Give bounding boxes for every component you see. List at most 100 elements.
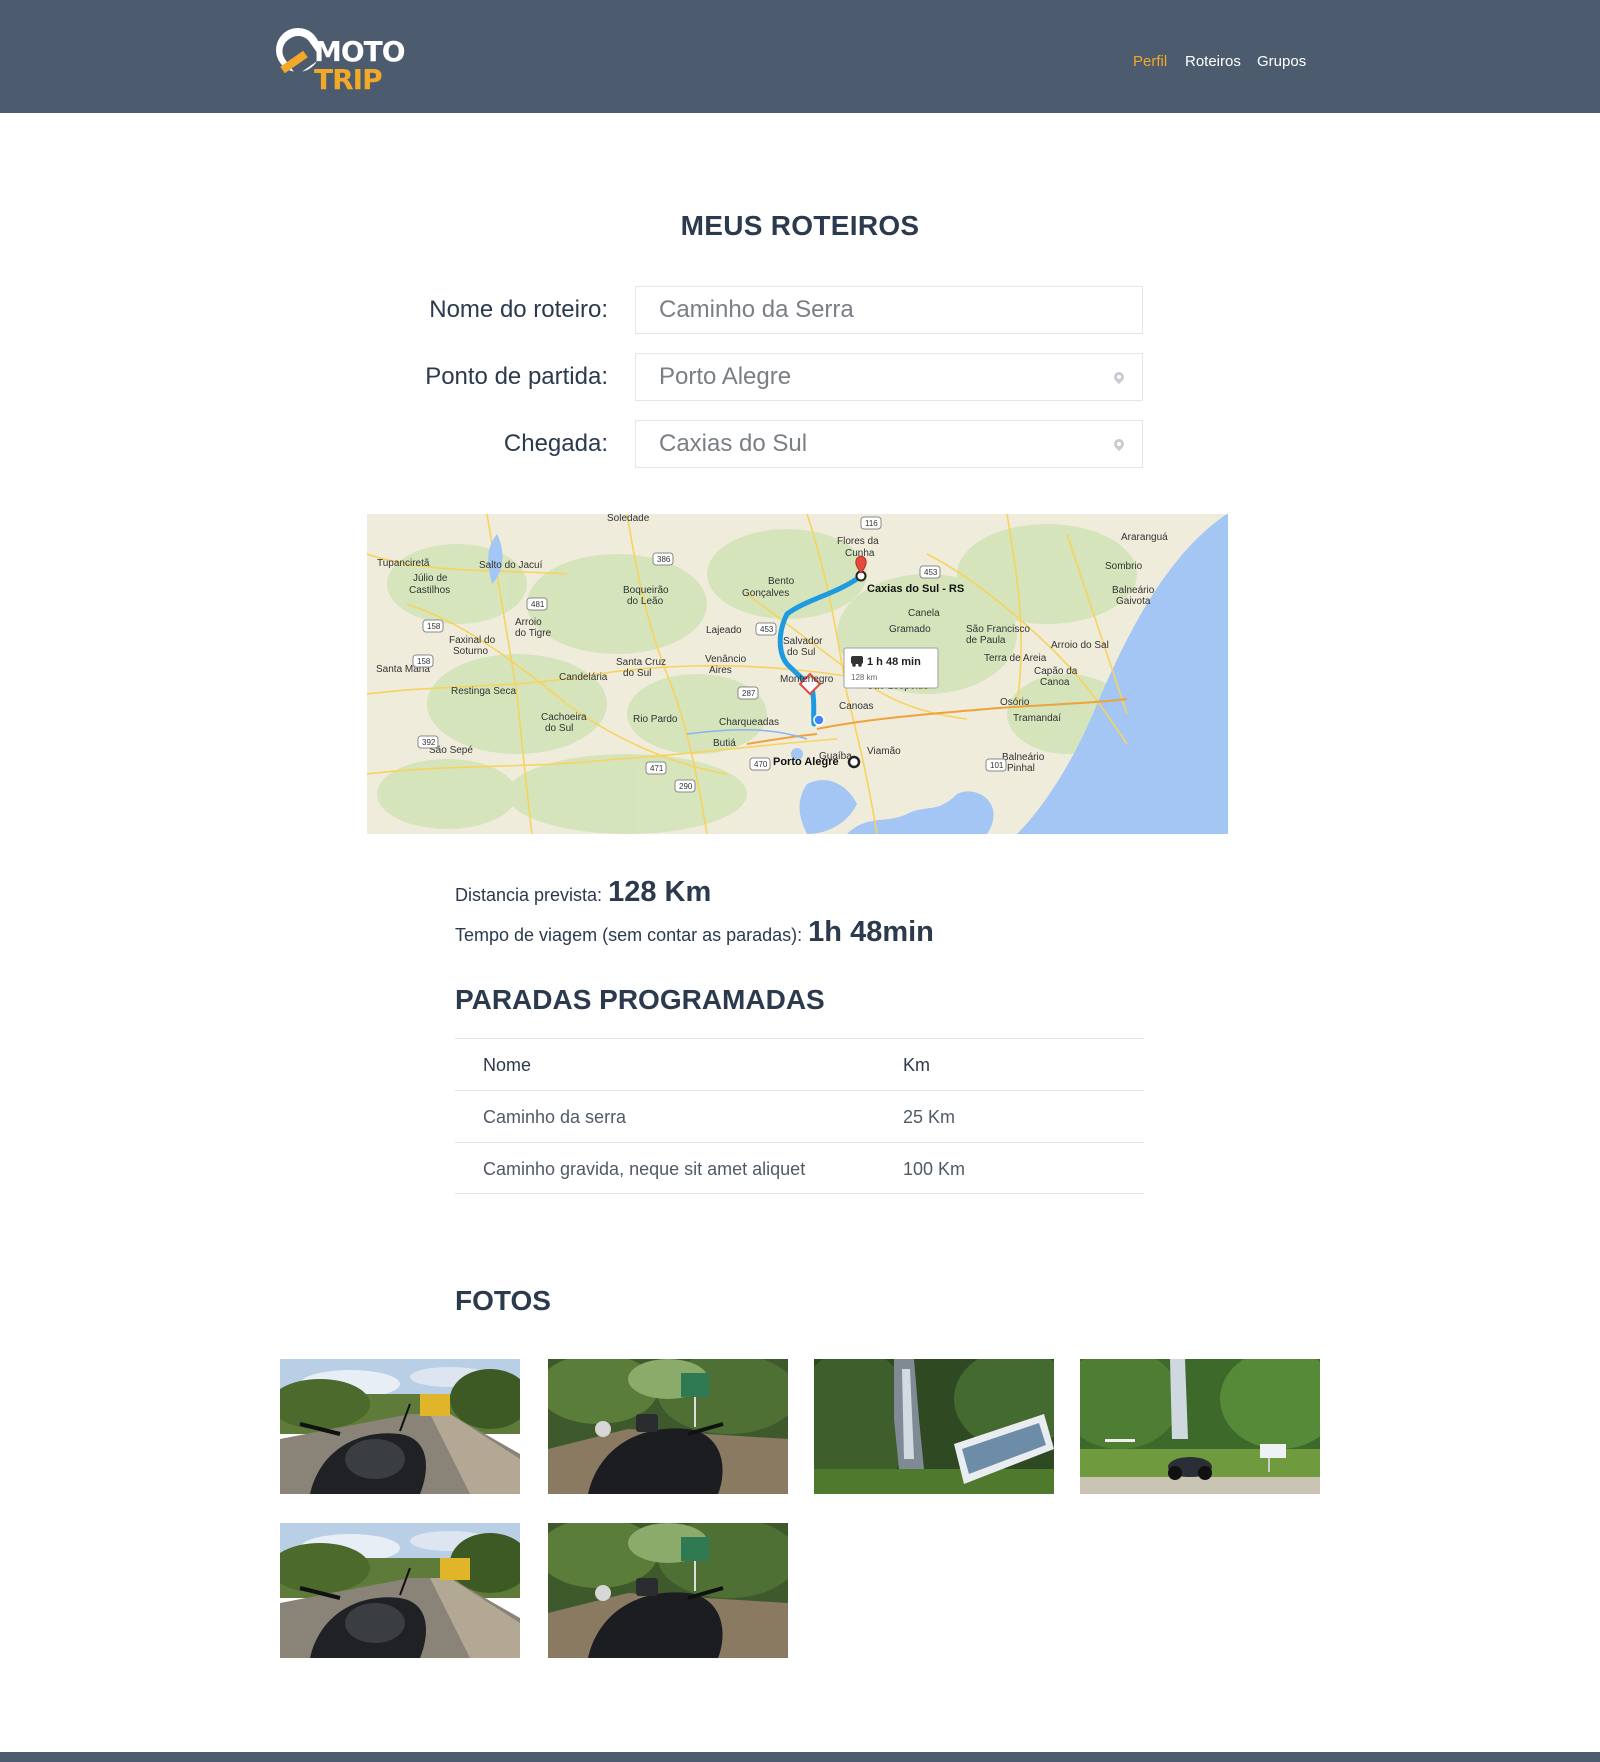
- svg-text:Arroio: Arroio: [515, 617, 542, 628]
- svg-text:Cunha: Cunha: [845, 548, 875, 559]
- travel-time-stat: Tempo de viagem (sem contar as paradas):…: [455, 916, 934, 949]
- svg-text:Caxias do Sul - RS: Caxias do Sul - RS: [867, 583, 964, 595]
- svg-text:101: 101: [990, 761, 1004, 770]
- table-row[interactable]: Caminho da serra 25 Km: [455, 1090, 1144, 1142]
- logo-text-trip: TRIP: [314, 63, 383, 96]
- photo-thumbnail[interactable]: [814, 1359, 1054, 1494]
- distance-value: 128 Km: [608, 876, 712, 908]
- svg-text:Faxinal do: Faxinal do: [449, 635, 496, 646]
- location-pin-icon[interactable]: [1111, 436, 1127, 453]
- svg-text:Gonçalves: Gonçalves: [742, 588, 789, 599]
- svg-text:Montenegro: Montenegro: [780, 674, 834, 685]
- route-name-input[interactable]: Caminho da Serra: [635, 286, 1143, 334]
- photo-thumbnail[interactable]: [1080, 1359, 1320, 1494]
- svg-text:Canela: Canela: [908, 608, 940, 619]
- table-header-row: Nome Km: [455, 1038, 1144, 1090]
- svg-text:116: 116: [865, 519, 878, 528]
- nav-link-roteiros[interactable]: Roteiros: [1185, 52, 1241, 72]
- page-title: MEUS ROTEIROS: [680, 210, 920, 241]
- route-map[interactable]: Soledade Flores da Cunha Araranguá Tupanc…: [367, 514, 1228, 834]
- svg-text:128 km: 128 km: [851, 673, 878, 682]
- svg-text:Aires: Aires: [709, 665, 732, 676]
- svg-text:Canoas: Canoas: [839, 701, 873, 712]
- column-header-km: Km: [903, 1055, 930, 1075]
- svg-text:Soledade: Soledade: [607, 514, 650, 524]
- stop-km: 100 Km: [903, 1159, 966, 1179]
- start-point-value: Porto Alegre: [659, 363, 792, 390]
- svg-text:Balneário: Balneário: [1112, 585, 1155, 596]
- svg-text:de Paula: de Paula: [966, 635, 1006, 646]
- svg-text:Venâncio: Venâncio: [705, 654, 747, 665]
- svg-text:Viamão: Viamão: [867, 746, 901, 757]
- nav-link-grupos[interactable]: Grupos: [1257, 52, 1306, 72]
- arrival-value: Caxias do Sul: [659, 430, 808, 457]
- svg-text:Osório: Osório: [1000, 697, 1030, 708]
- svg-text:Flores da: Flores da: [837, 536, 879, 547]
- arrival-label: Chegada:: [503, 430, 608, 457]
- svg-text:São Francisco: São Francisco: [966, 624, 1030, 635]
- svg-text:Araranguá: Araranguá: [1121, 532, 1168, 543]
- svg-text:158: 158: [427, 622, 441, 631]
- footer-bar: [0, 1752, 1600, 1762]
- svg-text:do Tigre: do Tigre: [515, 628, 552, 639]
- stop-km: 25 Km: [903, 1107, 956, 1127]
- column-header-name: Nome: [483, 1055, 532, 1075]
- photo-thumbnail[interactable]: [280, 1523, 520, 1658]
- svg-text:Júlio de: Júlio de: [413, 573, 448, 584]
- svg-text:Capão da: Capão da: [1034, 666, 1078, 677]
- stops-table: Nome Km Caminho da serra 25 Km Caminho g…: [455, 1038, 1144, 1194]
- svg-text:Salto do Jacuí: Salto do Jacuí: [479, 560, 543, 571]
- photo-thumbnail[interactable]: [548, 1359, 788, 1494]
- travel-time-label: Tempo de viagem (sem contar as paradas):: [455, 925, 803, 945]
- top-navbar: MOTO TRIP Perfil Roteiros Grupos: [0, 0, 1600, 113]
- svg-text:158: 158: [417, 657, 431, 666]
- svg-text:Gaivota: Gaivota: [1116, 596, 1151, 607]
- svg-text:392: 392: [422, 738, 436, 747]
- route-info-callout: 1 h 48 min 128 km: [843, 647, 939, 689]
- svg-text:481: 481: [531, 600, 545, 609]
- svg-text:Rio Pardo: Rio Pardo: [633, 714, 678, 725]
- mototrip-logo[interactable]: MOTO TRIP: [276, 26, 412, 96]
- svg-text:Balneário: Balneário: [1002, 752, 1045, 763]
- svg-text:Terra de Areia: Terra de Areia: [984, 653, 1047, 664]
- svg-text:Cachoeira: Cachoeira: [541, 712, 587, 723]
- svg-text:Candelária: Candelária: [559, 672, 608, 683]
- svg-text:1 h 48 min: 1 h 48 min: [867, 656, 921, 668]
- table-row[interactable]: Caminho gravida, neque sit amet aliquet …: [455, 1142, 1144, 1194]
- svg-text:Lajeado: Lajeado: [706, 625, 742, 636]
- svg-text:Boqueirão: Boqueirão: [623, 585, 669, 596]
- svg-text:do Sul: do Sul: [545, 723, 573, 734]
- photo-thumbnail[interactable]: [548, 1523, 788, 1658]
- svg-text:Arroio do Sal: Arroio do Sal: [1051, 640, 1109, 651]
- svg-text:386: 386: [657, 555, 671, 564]
- svg-text:Salvador: Salvador: [783, 636, 823, 647]
- svg-text:Sombrio: Sombrio: [1105, 561, 1143, 572]
- location-pin-icon[interactable]: [1111, 369, 1127, 386]
- svg-text:Gramado: Gramado: [889, 624, 931, 635]
- route-name-label: Nome do roteiro:: [429, 296, 608, 323]
- logo-text-moto: MOTO: [314, 35, 406, 68]
- photo-thumbnail[interactable]: [280, 1359, 520, 1494]
- start-point-input[interactable]: Porto Alegre: [635, 353, 1143, 401]
- nav-link-perfil[interactable]: Perfil: [1133, 52, 1167, 72]
- svg-text:470: 470: [754, 760, 768, 769]
- svg-text:Porto Alegre: Porto Alegre: [773, 756, 839, 768]
- svg-text:Charqueadas: Charqueadas: [719, 717, 779, 728]
- arrival-input[interactable]: Caxias do Sul: [635, 420, 1143, 468]
- svg-text:do Leão: do Leão: [627, 596, 664, 607]
- distance-stat: Distancia prevista: 128 Km: [455, 876, 711, 909]
- start-point-label: Ponto de partida:: [425, 363, 608, 390]
- svg-text:Castilhos: Castilhos: [409, 585, 450, 596]
- svg-text:Butiá: Butiá: [713, 738, 736, 749]
- distance-label: Distancia prevista:: [455, 885, 603, 905]
- svg-text:Pinhal: Pinhal: [1007, 763, 1035, 774]
- travel-time-value: 1h 48min: [808, 916, 934, 948]
- svg-text:do Sul: do Sul: [787, 647, 815, 658]
- stops-section-title: PARADAS PROGRAMADAS: [455, 984, 825, 1015]
- svg-text:Soturno: Soturno: [453, 646, 488, 657]
- svg-text:Tupanciretã: Tupanciretã: [377, 558, 430, 569]
- svg-text:Canoa: Canoa: [1040, 677, 1070, 688]
- svg-text:453: 453: [924, 568, 938, 577]
- svg-text:Tramandaí: Tramandaí: [1013, 713, 1061, 724]
- svg-text:Bento: Bento: [768, 576, 795, 587]
